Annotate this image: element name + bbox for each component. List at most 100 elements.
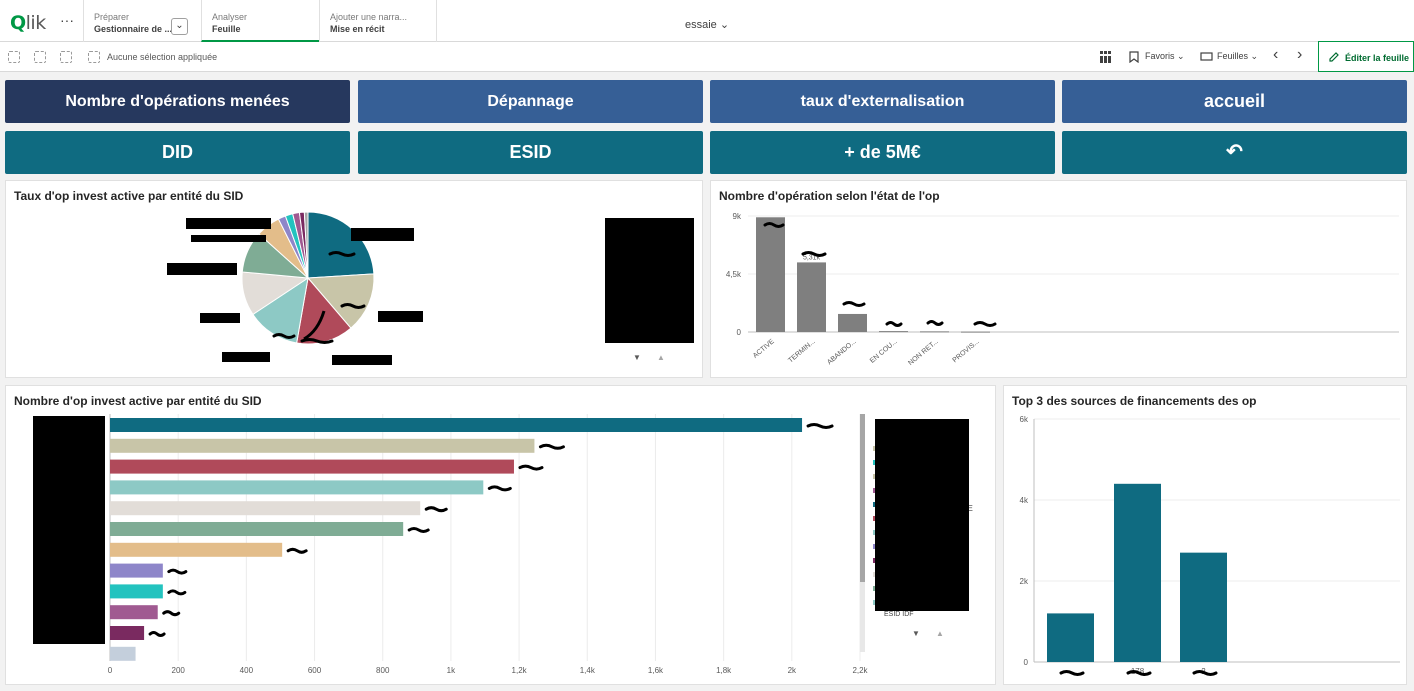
redacted-label (200, 313, 240, 323)
redacted-axis-labels (33, 416, 105, 644)
scroll-down-icon[interactable]: ▼ (633, 353, 641, 362)
tab-recit-main: Mise en récit (330, 24, 385, 34)
x-tick-label: 1,4k (580, 666, 596, 675)
bar (110, 646, 136, 661)
redacted-legend (875, 419, 969, 611)
nav-button-externalisation[interactable]: taux d'externalisation (710, 80, 1055, 123)
bar (1114, 483, 1161, 662)
scroll-down-icon[interactable]: ▼ (912, 629, 920, 638)
y-tick-label: 0 (737, 328, 742, 337)
bar (110, 501, 421, 516)
redacted-label (186, 218, 271, 229)
bar (110, 480, 484, 495)
redacted-data-label (926, 320, 944, 326)
chevron-down-icon[interactable]: ⌄ (171, 18, 188, 35)
previous-sheet-icon[interactable]: ‹ (1273, 46, 1278, 64)
nav-button-did[interactable]: DID (5, 131, 350, 174)
x-tick-label: 200 (172, 666, 186, 675)
app-title[interactable]: essaie ⌄ (685, 18, 729, 31)
y-tick-label: 4k (1020, 496, 1029, 505)
redacted-data-label (148, 631, 166, 637)
nav-button-accueil[interactable]: accueil (1062, 80, 1407, 123)
redacted-data-label (167, 589, 187, 596)
redacted-data-label (162, 610, 181, 617)
top3-chart-panel: Top 3 des sources de financements des op… (1003, 385, 1407, 685)
redacted-label (378, 311, 423, 322)
x-tick-label: 400 (240, 666, 254, 675)
bar (110, 522, 404, 536)
top3-bar-chart[interactable]: 02k4k6k178 2 (1004, 386, 1408, 686)
redacted-data-label (167, 568, 188, 575)
scroll-up-icon[interactable]: ▲ (936, 629, 944, 638)
bar (920, 331, 949, 333)
redacted-data-label (842, 301, 866, 307)
x-tick-label: ACTIVE (752, 338, 776, 360)
y-tick-label: 0 (1024, 658, 1029, 667)
redacted-data-label (286, 547, 308, 554)
state-chart-panel: Nombre d'opération selon l'état de l'op … (710, 180, 1407, 378)
no-selection-text: Aucune sélection appliquée (107, 52, 218, 62)
bar (838, 313, 867, 332)
bar (961, 331, 990, 333)
x-tick-label: ABANDO... (826, 338, 858, 366)
step-forward-icon[interactable] (60, 51, 72, 63)
selection-toolbar: Aucune sélection appliquée Favoris ⌄ Feu… (0, 42, 1414, 72)
clear-selections-icon[interactable] (88, 51, 100, 63)
back-arrow-icon[interactable]: ↶ (1062, 131, 1407, 174)
chevron-down-icon: ⌄ (719, 19, 730, 31)
bar (756, 217, 785, 332)
bar (110, 626, 145, 640)
bar (110, 418, 803, 432)
qlik-logo[interactable]: Qlik (10, 12, 46, 34)
bar (110, 542, 283, 557)
next-sheet-icon[interactable]: › (1297, 46, 1302, 64)
nav-button-operations[interactable]: Nombre d'opérations menées (5, 80, 350, 123)
x-tick-label: TERMIN... (787, 338, 817, 364)
edit-sheet-label: Éditer la feuille (1345, 53, 1410, 63)
smart-search-icon[interactable] (8, 51, 20, 63)
y-tick-label: 6k (1020, 415, 1029, 424)
bar (797, 262, 826, 332)
bar (110, 584, 163, 599)
feuilles-button[interactable]: Feuilles ⌄ (1217, 51, 1258, 62)
redacted-data-label (487, 485, 512, 492)
tab-analyser-sub: Analyser (212, 12, 248, 22)
favoris-button[interactable]: Favoris ⌄ (1145, 51, 1185, 62)
bar (879, 331, 908, 333)
x-tick-label: 1,6k (648, 666, 664, 675)
bar (110, 438, 535, 453)
grid-icon[interactable] (1100, 51, 1112, 63)
redacted-data-label (973, 321, 997, 327)
x-tick-label: 600 (308, 666, 322, 675)
more-menu-icon[interactable]: ··· (60, 12, 74, 28)
tab-analyser[interactable]: Analyser Feuille (201, 0, 319, 42)
state-bar-chart[interactable]: 04,5k9kACTIVE TERMIN...5,31kABANDO... EN C… (711, 181, 1408, 379)
bookmark-icon (1129, 51, 1139, 63)
hbar-chart[interactable]: 0 200 400 600 800 1k 1,2k 1,4k 1,6k 1,8k 2k 2,2k (6, 386, 997, 686)
x-tick-label: 1,2k (512, 666, 528, 675)
redacted-data-label (1059, 670, 1085, 676)
step-back-icon[interactable] (34, 51, 46, 63)
nav-button-depannage[interactable]: Dépannage (358, 80, 703, 123)
y-tick-label: 4,5k (726, 270, 742, 279)
redacted-label (191, 235, 266, 242)
redacted-label (167, 263, 237, 275)
legend-scrollbar[interactable] (860, 414, 865, 652)
tab-recit[interactable]: Ajouter une narra... Mise en récit (319, 0, 437, 42)
edit-sheet-button[interactable]: Éditer la feuille (1318, 41, 1414, 72)
scroll-up-icon[interactable]: ▲ (657, 353, 665, 362)
x-tick-label: PROVIS... (952, 338, 981, 364)
nav-button-esid[interactable]: ESID (358, 131, 703, 174)
x-tick-label: 2,2k (852, 666, 868, 675)
sheets-icon (1200, 52, 1213, 61)
pie-chart-panel: Taux d'op invest active par entité du SI… (5, 180, 703, 378)
pie-chart[interactable] (6, 181, 704, 379)
nav-button-5m[interactable]: + de 5M€ (710, 131, 1055, 174)
top-bar: Qlik ··· Préparer Gestionnaire de ... ⌄ … (0, 0, 1414, 42)
redacted-data-label (518, 464, 544, 471)
redacted-data-label (407, 527, 430, 533)
pie-slice (307, 211, 375, 279)
redacted-data-label (538, 443, 565, 450)
x-tick-label: NON RET... (907, 338, 940, 367)
redacted-label (351, 228, 414, 241)
